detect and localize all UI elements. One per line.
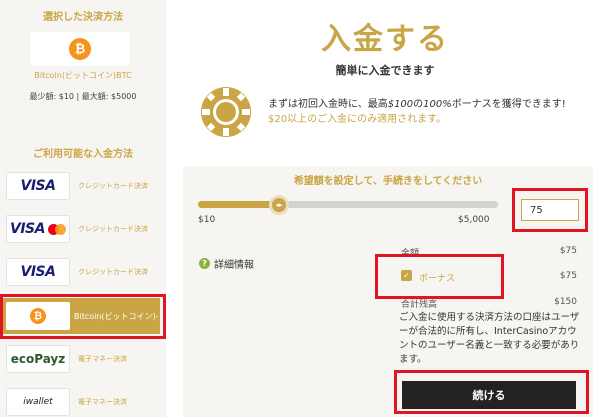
- selected-method-label: Bitcoin(ビットコイン)BTC: [34, 71, 132, 80]
- method-item-visa-mastercard[interactable]: VISA クレジットカード決済: [0, 211, 160, 247]
- highlight-continue: [394, 370, 589, 414]
- mastercard-icon: [47, 223, 66, 235]
- min-max-limits: 最少額: $10 | 最大額: $5000: [29, 92, 137, 101]
- visa-logo: VISA: [6, 172, 70, 200]
- deposit-panel-title: 希望額を設定して、手続きをしてください: [293, 176, 483, 187]
- page-subtitle: 簡単に入金できます: [335, 64, 435, 77]
- payment-sidebar: 選択した決済方法 ₿ Bitcoin(ビットコイン)BTC 最少額: $10 |…: [0, 0, 166, 417]
- highlight-amount-input: [512, 188, 588, 232]
- ecopayz-logo: ecoPayz: [6, 345, 70, 373]
- visa-logo: VISA: [6, 258, 70, 286]
- slider-handle[interactable]: ◂▸: [269, 195, 289, 215]
- method-item-visa-3[interactable]: VISA クレジットカード決済: [0, 254, 160, 290]
- method-item-visa-1[interactable]: VISA クレジットカード決済: [0, 168, 160, 204]
- method-label: クレジットカード決済: [78, 182, 148, 190]
- highlight-selected-method: [0, 294, 166, 339]
- page-title: 入金する: [321, 22, 449, 57]
- amount-row-value: $75: [559, 246, 577, 256]
- iwallet-logo: iwallet: [6, 388, 70, 416]
- details-label: 詳細情報: [214, 260, 254, 271]
- bonus-value: $75: [559, 271, 577, 281]
- selected-method-title: 選択した決済方法: [43, 12, 123, 23]
- amount-slider[interactable]: ◂▸: [198, 195, 498, 215]
- method-item-ecopayz[interactable]: ecoPayz 電子マネー決済: [0, 341, 160, 377]
- selected-method-card: ₿: [30, 32, 130, 66]
- bitcoin-icon: ₿: [69, 38, 91, 60]
- visa-mastercard-logo: VISA: [6, 215, 70, 243]
- casino-chip-icon: [201, 87, 251, 137]
- highlight-bonus: [375, 254, 504, 299]
- slider-fill: [198, 201, 279, 208]
- total-row-value: $150: [554, 297, 577, 307]
- method-item-iwallet[interactable]: iwallet 電子マネー決済: [0, 384, 160, 420]
- bonus-promo-text: まずは初回入金時に、最高$100の100%ボーナスを獲得できます! $20以上の…: [268, 99, 566, 125]
- available-methods-title: ご利用可能な入金方法: [33, 149, 133, 160]
- ownership-notice: ご入金に使用する決済方法の口座はユーザーが合法的に所有し、InterCasino…: [399, 312, 580, 365]
- details-toggle[interactable]: ? 詳細情報: [199, 256, 254, 271]
- method-label: クレジットカード決済: [78, 268, 148, 276]
- question-icon: ?: [199, 258, 210, 269]
- slider-min-label: $10: [198, 215, 216, 225]
- method-label: 電子マネー決済: [78, 398, 127, 406]
- method-label: 電子マネー決済: [78, 355, 127, 363]
- slider-max-label: $5,000: [458, 215, 490, 225]
- method-label: クレジットカード決済: [78, 225, 148, 233]
